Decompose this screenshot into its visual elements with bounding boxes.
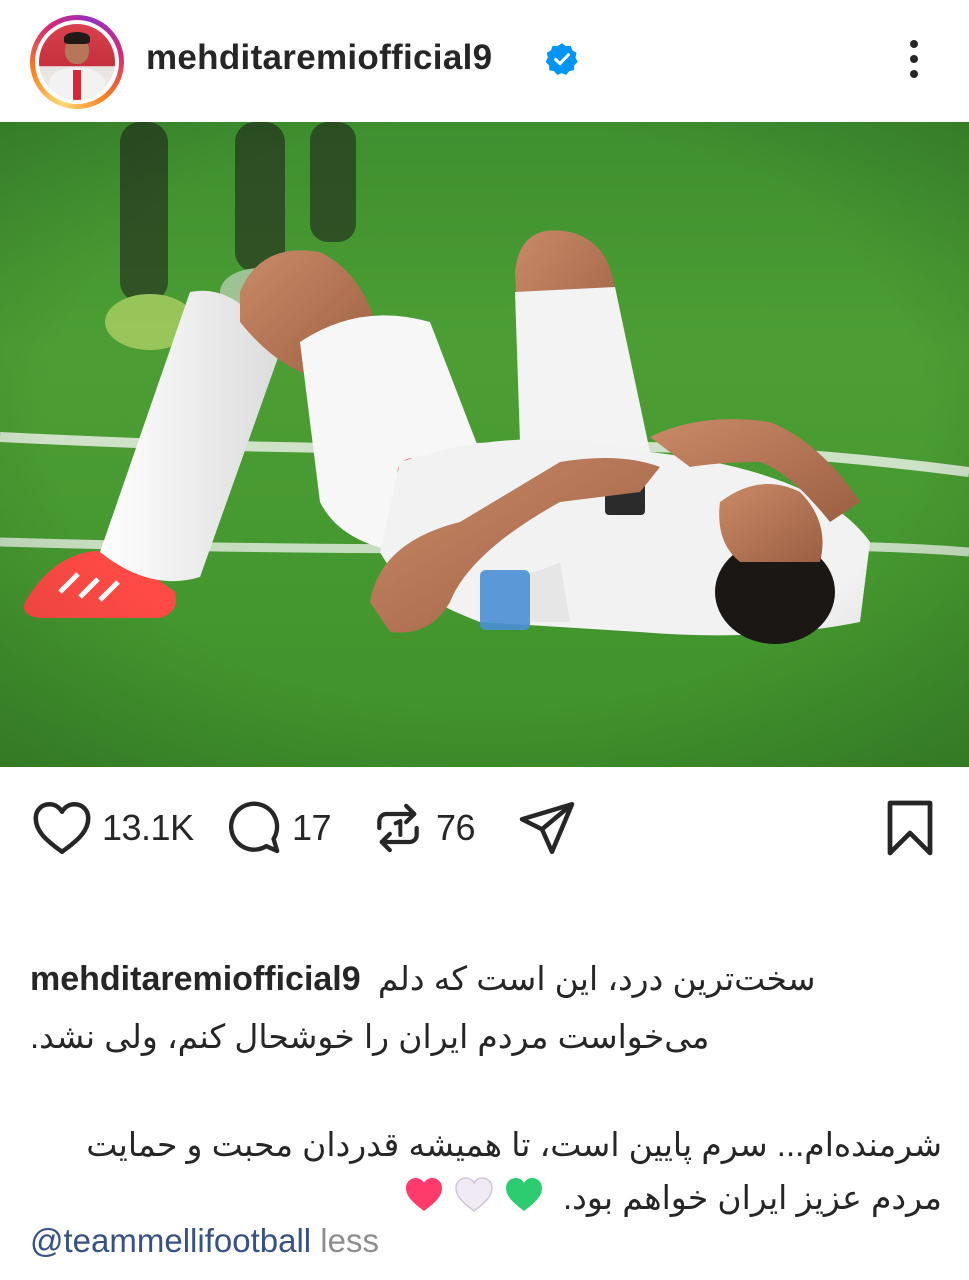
caption-text-1: سخت‌ترین درد، این است که دلم (377, 960, 816, 997)
caption-footer: @teammellifootball less (30, 1222, 379, 1260)
post-actions: 13.1K 17 76 (0, 790, 969, 870)
green-heart-icon (505, 1178, 542, 1211)
caption-line-1: mehditaremiofficial9 سخت‌ترین درد، این ا… (30, 957, 942, 1001)
like-count[interactable]: 13.1K (102, 807, 194, 849)
comment-count[interactable]: 17 (292, 807, 332, 849)
verified-badge-icon (545, 43, 578, 75)
red-heart-icon (405, 1178, 442, 1211)
like-button[interactable]: 13.1K (32, 790, 194, 866)
more-vertical-icon[interactable] (900, 36, 930, 82)
share-icon[interactable] (516, 798, 578, 858)
white-heart-icon (455, 1177, 493, 1212)
bookmark-icon[interactable] (884, 798, 936, 858)
comment-icon[interactable] (224, 799, 282, 857)
caption-text-2: می‌خواست مردم ایران را خوشحال کنم، ولی ن… (30, 1018, 710, 1055)
caption-line-4: مردم عزیز ایران خواهم بود. (30, 1175, 942, 1226)
caption-line-2: می‌خواست مردم ایران را خوشحال کنم، ولی ن… (30, 1015, 942, 1059)
post-username[interactable]: mehditaremiofficial9 (146, 38, 492, 78)
mention-link[interactable]: @teammellifootball (30, 1222, 311, 1259)
save-button[interactable] (884, 790, 936, 866)
repost-count[interactable]: 76 (436, 807, 476, 849)
profile-avatar[interactable] (39, 24, 115, 100)
repost-icon[interactable] (370, 799, 426, 857)
repost-button[interactable]: 76 (370, 790, 476, 866)
heart-icon[interactable] (32, 800, 92, 856)
share-button[interactable] (516, 790, 578, 866)
post-header: mehditaremiofficial9 (0, 0, 969, 120)
caption-username[interactable]: mehditaremiofficial9 (30, 960, 361, 998)
story-ring[interactable] (30, 15, 124, 109)
comment-button[interactable]: 17 (224, 790, 332, 866)
hearts-emoji (404, 1175, 554, 1226)
caption-text-4: مردم عزیز ایران خواهم بود. (562, 1179, 942, 1217)
less-button[interactable]: less (320, 1222, 379, 1259)
caption-text-3: شرمنده‌ام... سرم پایین است، تا همیشه قدر… (86, 1126, 942, 1163)
caption-line-3: شرمنده‌ام... سرم پایین است، تا همیشه قدر… (30, 1123, 942, 1167)
post-photo[interactable]: 9 (0, 122, 969, 767)
